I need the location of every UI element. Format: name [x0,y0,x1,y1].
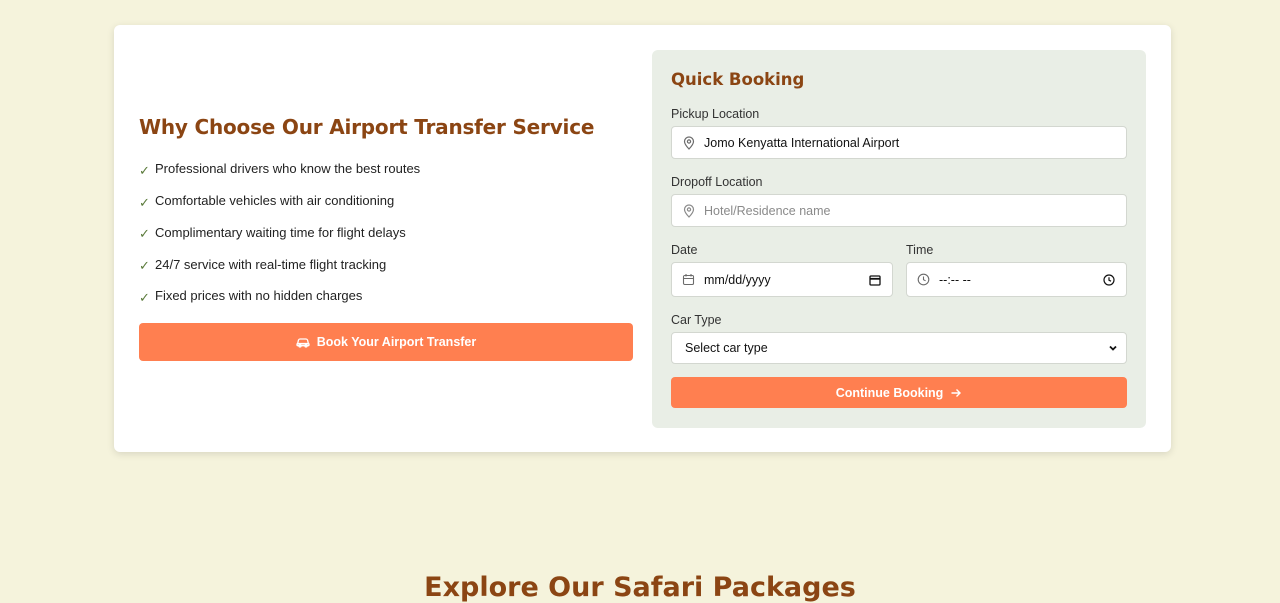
car-type-select[interactable]: Select car type [671,332,1127,364]
date-label: Date [671,243,698,257]
chevron-down-icon [1108,343,1118,353]
quick-booking-title: Quick Booking [671,70,805,89]
feature-text: Fixed prices with no hidden charges [155,288,363,304]
quick-booking-form: Quick Booking Pickup Location Jomo Kenya… [652,50,1146,428]
book-airport-transfer-label: Book Your Airport Transfer [316,335,477,349]
feature-text: Professional drivers who know the best r… [155,161,421,177]
feature-item: ✓ Professional drivers who know the best … [139,153,633,185]
check-icon: ✓ [139,258,150,274]
check-icon: ✓ [139,289,150,305]
calendar-picker-icon[interactable] [869,274,881,286]
feature-item: ✓ 24/7 service with real-time flight trac… [139,248,633,280]
date-placeholder: mm/dd/yyyy [704,272,771,287]
feature-item: ✓ Comfortable vehicles with air condition… [139,185,633,217]
time-label: Time [906,243,934,257]
continue-booking-label: Continue Booking [835,385,944,400]
calendar-icon [682,273,696,287]
feature-text: Complimentary waiting time for flight de… [155,224,406,240]
car-icon [296,336,310,348]
check-icon: ✓ [139,162,150,178]
time-placeholder: --:-- -- [939,272,971,287]
clock-icon [917,273,931,287]
car-type-selected-value: Select car type [685,341,768,355]
pickup-location-value: Jomo Kenyatta International Airport [704,135,900,150]
feature-text: Comfortable vehicles with air conditioni… [155,193,395,209]
time-input[interactable]: --:-- -- [906,262,1127,297]
feature-list: ✓ Professional drivers who know the best … [139,153,633,312]
continue-booking-button[interactable]: Continue Booking [671,377,1127,408]
time-picker-icon[interactable] [1103,273,1115,286]
feature-item: ✓ Complimentary waiting time for flight d… [139,217,633,249]
check-icon: ✓ [139,226,150,242]
dropoff-label: Dropoff Location [671,175,763,189]
safari-packages-heading: Explore Our Safari Packages [424,572,856,603]
airport-transfer-card: Why Choose Our Airport Transfer Service … [114,25,1171,452]
dropoff-location-input[interactable]: Hotel/Residence name [671,194,1127,227]
pickup-label: Pickup Location [671,107,760,121]
why-choose-title: Why Choose Our Airport Transfer Service [139,115,595,139]
map-pin-icon [682,203,696,218]
arrow-right-icon [950,387,962,399]
feature-item: ✓ Fixed prices with no hidden charges [139,280,633,312]
book-airport-transfer-button[interactable]: Book Your Airport Transfer [139,323,633,361]
why-choose-section: Why Choose Our Airport Transfer Service … [139,115,633,312]
dropoff-location-placeholder: Hotel/Residence name [704,203,831,218]
date-input[interactable]: mm/dd/yyyy [671,262,893,297]
pickup-location-input[interactable]: Jomo Kenyatta International Airport [671,126,1127,159]
car-type-label: Car Type [671,313,722,327]
map-pin-icon [682,135,696,150]
feature-text: 24/7 service with real-time flight track… [155,256,387,272]
check-icon: ✓ [139,194,150,210]
